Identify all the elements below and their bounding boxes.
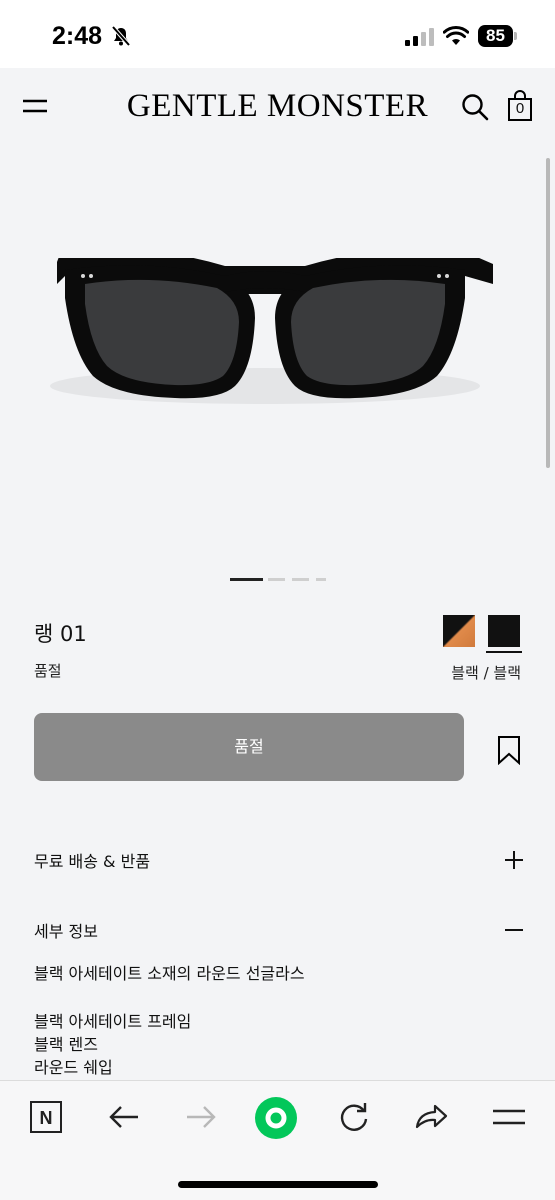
menu-icon[interactable]: [22, 96, 48, 116]
cart-count: 0: [515, 100, 525, 117]
menu-icon[interactable]: [491, 1099, 527, 1135]
shipping-title: 무료 배송 & 반품: [34, 852, 151, 871]
battery-icon: 85: [478, 25, 518, 47]
nav-header: GENTLE MONSTER 0: [0, 68, 555, 148]
svg-text:N: N: [40, 1108, 53, 1128]
bookmark-icon[interactable]: [497, 735, 521, 765]
details-title: 세부 정보: [34, 922, 98, 941]
plus-icon[interactable]: [504, 850, 524, 870]
refresh-icon[interactable]: [336, 1099, 372, 1135]
details-summary: 블랙 아세테이트 소재의 라운드 선글라스: [34, 964, 305, 983]
green-home-icon[interactable]: [254, 1096, 298, 1140]
status-bar: 2:48 85: [0, 0, 555, 68]
wifi-icon: [443, 25, 469, 45]
details-line: 블랙 렌즈: [34, 1035, 98, 1054]
pager-dot-2[interactable]: [268, 578, 285, 581]
naver-n-icon[interactable]: N: [28, 1099, 64, 1135]
scrollbar[interactable]: [546, 158, 550, 468]
soldout-button[interactable]: 품절: [34, 713, 464, 781]
forward-arrow-icon[interactable]: [183, 1099, 219, 1135]
pager-dot-4[interactable]: [316, 578, 326, 581]
search-icon[interactable]: [460, 92, 490, 122]
back-arrow-icon[interactable]: [106, 1099, 142, 1135]
status-time: 2:48: [52, 22, 103, 50]
sunglasses-image: [50, 258, 493, 404]
minus-icon[interactable]: [504, 920, 524, 940]
pager-dot-3[interactable]: [292, 578, 309, 581]
shipping-accordion[interactable]: 무료 배송 & 반품: [34, 848, 524, 878]
product-name: 랭 01: [34, 622, 87, 646]
signal-icon: [405, 28, 434, 46]
battery-level: 85: [486, 26, 505, 45]
shopping-bag-icon[interactable]: 0: [506, 90, 534, 122]
product-gallery[interactable]: [0, 148, 555, 598]
selected-swatch-underline: [486, 651, 522, 653]
pager-dot-1[interactable]: [230, 578, 263, 581]
details-line: 라운드 쉐입: [34, 1058, 113, 1077]
color-swatch-black-orange[interactable]: [443, 615, 475, 647]
share-icon[interactable]: [413, 1099, 449, 1135]
home-indicator[interactable]: [178, 1181, 378, 1188]
product-status: 품절: [34, 662, 62, 680]
color-label: 블랙 / 블랙: [451, 664, 521, 682]
color-swatch-black[interactable]: [488, 615, 520, 647]
details-line: 블랙 아세테이트 프레임: [34, 1012, 192, 1031]
details-accordion[interactable]: 세부 정보: [34, 918, 524, 948]
mute-bell-icon: [111, 25, 131, 47]
